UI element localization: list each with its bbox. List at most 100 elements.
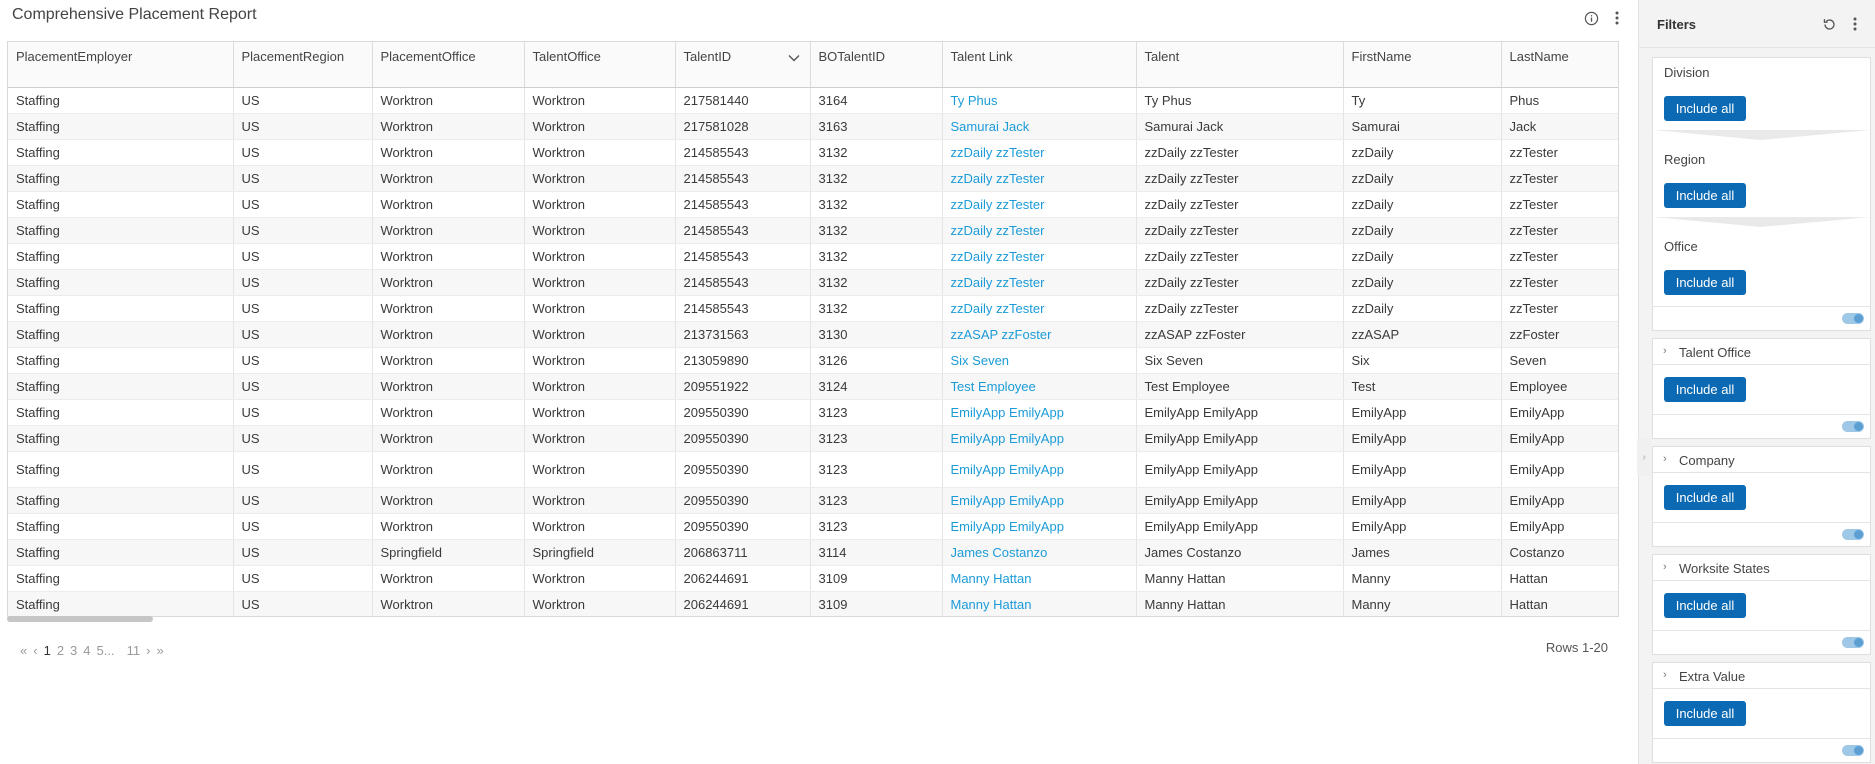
filter-division-label: Division	[1664, 65, 1710, 80]
filter-card-header[interactable]: › Extra Value	[1653, 663, 1870, 689]
table-cell: Worktron	[524, 399, 676, 426]
worksite-states-toggle[interactable]	[1842, 637, 1864, 648]
table-cell: zzTester	[1501, 165, 1618, 192]
column-header[interactable]: PlacementOffice	[372, 42, 525, 88]
rows-info: Rows 1-20	[1545, 640, 1608, 655]
info-icon[interactable]	[1582, 9, 1600, 27]
column-header[interactable]: Talent	[1136, 42, 1344, 88]
table-cell: Ty Phus	[1136, 87, 1344, 114]
talent-link[interactable]: EmilyApp EmilyApp	[942, 451, 1137, 488]
talent-link[interactable]: zzDaily zzTester	[942, 295, 1137, 322]
talent-link[interactable]: Manny Hattan	[942, 591, 1137, 616]
company-include-all-button[interactable]: Include all	[1664, 485, 1746, 510]
talent-link[interactable]: EmilyApp EmilyApp	[942, 425, 1137, 452]
page-4-link[interactable]: 4	[83, 643, 90, 658]
talent-link[interactable]: zzDaily zzTester	[942, 217, 1137, 244]
reset-icon[interactable]	[1821, 16, 1837, 32]
horizontal-scrollbar[interactable]	[7, 616, 153, 622]
sort-descending-icon[interactable]	[788, 54, 800, 62]
table-cell: Springfield	[524, 539, 676, 566]
prev-page-button[interactable]: ‹	[33, 643, 37, 658]
company-toggle[interactable]	[1842, 529, 1864, 540]
table-row: Staffing US Worktron Worktron 209550390 3123 E…	[8, 451, 1618, 488]
panel-collapse-handle[interactable]: ›	[1637, 438, 1651, 476]
table-cell: zzTester	[1501, 295, 1618, 322]
talent-link[interactable]: zzDaily zzTester	[942, 269, 1137, 296]
column-header[interactable]: TalentOffice	[524, 42, 676, 88]
talent-link[interactable]: zzDaily zzTester	[942, 243, 1137, 270]
table-cell: Staffing	[8, 539, 234, 566]
table-cell: Seven	[1501, 347, 1618, 374]
filter-card-header[interactable]: › Worksite States	[1653, 555, 1870, 581]
table-cell: zzASAP	[1343, 321, 1502, 348]
table-cell: Samurai	[1343, 113, 1502, 140]
hierarchy-arrow-icon	[1653, 130, 1870, 140]
table-cell: 3132	[810, 191, 943, 218]
table-cell: US	[233, 539, 373, 566]
table-cell: US	[233, 373, 373, 400]
talent-link[interactable]: Ty Phus	[942, 87, 1137, 114]
page-11-link[interactable]: 11	[127, 643, 141, 658]
table-cell: Worktron	[372, 425, 525, 452]
column-header[interactable]: TalentID	[675, 42, 811, 88]
column-header[interactable]: PlacementEmployer	[8, 42, 234, 88]
column-header[interactable]: BOTalentID	[810, 42, 943, 88]
talent-link[interactable]: zzDaily zzTester	[942, 165, 1137, 192]
talent-link[interactable]: zzASAP zzFoster	[942, 321, 1137, 348]
page-5-link[interactable]: 5	[97, 643, 104, 658]
more-vertical-icon[interactable]	[1608, 9, 1626, 27]
page-3-link[interactable]: 3	[70, 643, 77, 658]
office-include-all-button[interactable]: Include all	[1664, 270, 1746, 295]
filter-card-header[interactable]: › Company	[1653, 447, 1870, 473]
table-cell: Worktron	[372, 87, 525, 114]
column-header-label: TalentOffice	[532, 49, 601, 64]
extra-value-include-all-button[interactable]: Include all	[1664, 701, 1746, 726]
first-page-button[interactable]: «	[20, 643, 27, 658]
talent-office-toggle[interactable]	[1842, 421, 1864, 432]
table-cell: US	[233, 347, 373, 374]
talent-link[interactable]: Samurai Jack	[942, 113, 1137, 140]
talent-link[interactable]: Test Employee	[942, 373, 1137, 400]
table-cell: US	[233, 487, 373, 514]
hierarchy-toggle[interactable]	[1842, 313, 1864, 324]
filters-title: Filters	[1657, 17, 1697, 32]
talent-link[interactable]: James Costanzo	[942, 539, 1137, 566]
table-cell: EmilyApp	[1501, 513, 1618, 540]
talent-link[interactable]: Manny Hattan	[942, 565, 1137, 592]
talent-office-include-all-button[interactable]: Include all	[1664, 377, 1746, 402]
table-row: Staffing US Worktron Worktron 217581028 3163 S…	[8, 113, 1618, 140]
table-cell: Worktron	[524, 243, 676, 270]
extra-value-toggle[interactable]	[1842, 745, 1864, 756]
filter-card-header[interactable]: › Talent Office	[1653, 339, 1870, 365]
last-page-button[interactable]: »	[156, 643, 163, 658]
column-header[interactable]: FirstName	[1343, 42, 1502, 88]
talent-link[interactable]: EmilyApp EmilyApp	[942, 513, 1137, 540]
page-2-link[interactable]: 2	[57, 643, 64, 658]
table-row: Staffing US Worktron Worktron 213731563 3130 z…	[8, 321, 1618, 348]
region-include-all-button[interactable]: Include all	[1664, 183, 1746, 208]
table-cell: Staffing	[8, 487, 234, 514]
table-cell: US	[233, 243, 373, 270]
table-row: Staffing US Worktron Worktron 214585543 3132 z…	[8, 139, 1618, 166]
column-header[interactable]: LastName	[1501, 42, 1618, 88]
next-page-button[interactable]: ›	[146, 643, 150, 658]
filters-more-vertical-icon[interactable]	[1847, 16, 1863, 32]
talent-link[interactable]: zzDaily zzTester	[942, 191, 1137, 218]
table-cell: Worktron	[372, 269, 525, 296]
talent-link[interactable]: EmilyApp EmilyApp	[942, 487, 1137, 514]
table-cell: Staffing	[8, 399, 234, 426]
talent-link[interactable]: EmilyApp EmilyApp	[942, 399, 1137, 426]
column-header-label: Talent Link	[950, 49, 1013, 64]
table-cell: 3130	[810, 321, 943, 348]
table-cell: Hattan	[1501, 591, 1618, 616]
column-header[interactable]: Talent Link	[942, 42, 1137, 88]
talent-link[interactable]: zzDaily zzTester	[942, 139, 1137, 166]
division-include-all-button[interactable]: Include all	[1664, 96, 1746, 121]
table-cell: 213731563	[675, 321, 811, 348]
table-cell: 206244691	[675, 591, 811, 616]
page-1-link[interactable]: 1	[44, 643, 51, 658]
worksite-states-include-all-button[interactable]: Include all	[1664, 593, 1746, 618]
pagination: « ‹ 1 2 3 4 5 ... 11 › »	[20, 640, 170, 660]
column-header[interactable]: PlacementRegion	[233, 42, 373, 88]
talent-link[interactable]: Six Seven	[942, 347, 1137, 374]
